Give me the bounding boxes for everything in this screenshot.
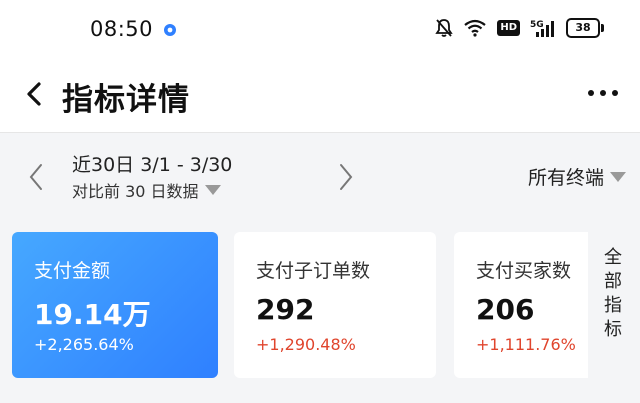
status-time: 08:50 xyxy=(90,17,154,41)
previous-period-icon[interactable] xyxy=(27,163,45,191)
metric-card-buyers[interactable]: 支付买家数 206 +1,111.76% xyxy=(454,232,588,378)
metric-value: 206 xyxy=(476,293,535,326)
chevron-down-icon xyxy=(204,185,221,195)
metric-card-sub-orders[interactable]: 支付子订单数 292 +1,290.48% xyxy=(234,232,436,378)
notification-dot-icon xyxy=(164,24,176,36)
status-bar: 08:50 HD 5G 38 xyxy=(0,0,640,58)
terminal-label: 所有终端 xyxy=(527,167,604,189)
metric-label: 支付买家数 xyxy=(476,260,572,282)
app-header: 指标详情 xyxy=(0,58,640,133)
metric-change: +2,265.64% xyxy=(34,335,134,354)
wifi-icon xyxy=(464,19,487,37)
metric-change: +1,111.76% xyxy=(476,335,576,354)
status-icons: HD 5G 38 xyxy=(435,18,604,38)
terminal-dropdown[interactable]: 所有终端 xyxy=(528,163,626,190)
metric-value: 292 xyxy=(256,293,315,326)
date-filter-bar: 近30日 3/1 - 3/30 对比前 30 日数据 所有终端 xyxy=(0,133,640,219)
next-period-icon[interactable] xyxy=(337,163,355,191)
metric-card-payment-amount[interactable]: 支付金额 19.14万 +2,265.64% xyxy=(12,232,218,378)
all-metrics-button[interactable]: 全部指标 xyxy=(598,246,628,342)
date-range-label: 近30日 3/1 - 3/30 xyxy=(72,154,233,176)
compare-period-dropdown[interactable]: 对比前 30 日数据 xyxy=(72,178,221,202)
svg-text:5G: 5G xyxy=(530,20,544,30)
metric-change: +1,290.48% xyxy=(256,335,356,354)
chevron-down-icon xyxy=(610,171,626,182)
metric-label: 支付子订单数 xyxy=(256,260,371,282)
page-title: 指标详情 xyxy=(62,82,190,118)
back-arrow-icon[interactable] xyxy=(22,80,46,108)
hd-badge: HD xyxy=(497,20,520,36)
battery-icon: 38 xyxy=(566,18,604,38)
metric-value: 19.14万 xyxy=(34,298,151,331)
compare-period-label: 对比前 30 日数据 xyxy=(72,182,199,201)
more-options-icon[interactable] xyxy=(588,90,618,96)
bell-muted-icon xyxy=(435,19,454,37)
metric-label: 支付金额 xyxy=(34,260,111,282)
signal-5g-icon: 5G xyxy=(530,20,554,37)
